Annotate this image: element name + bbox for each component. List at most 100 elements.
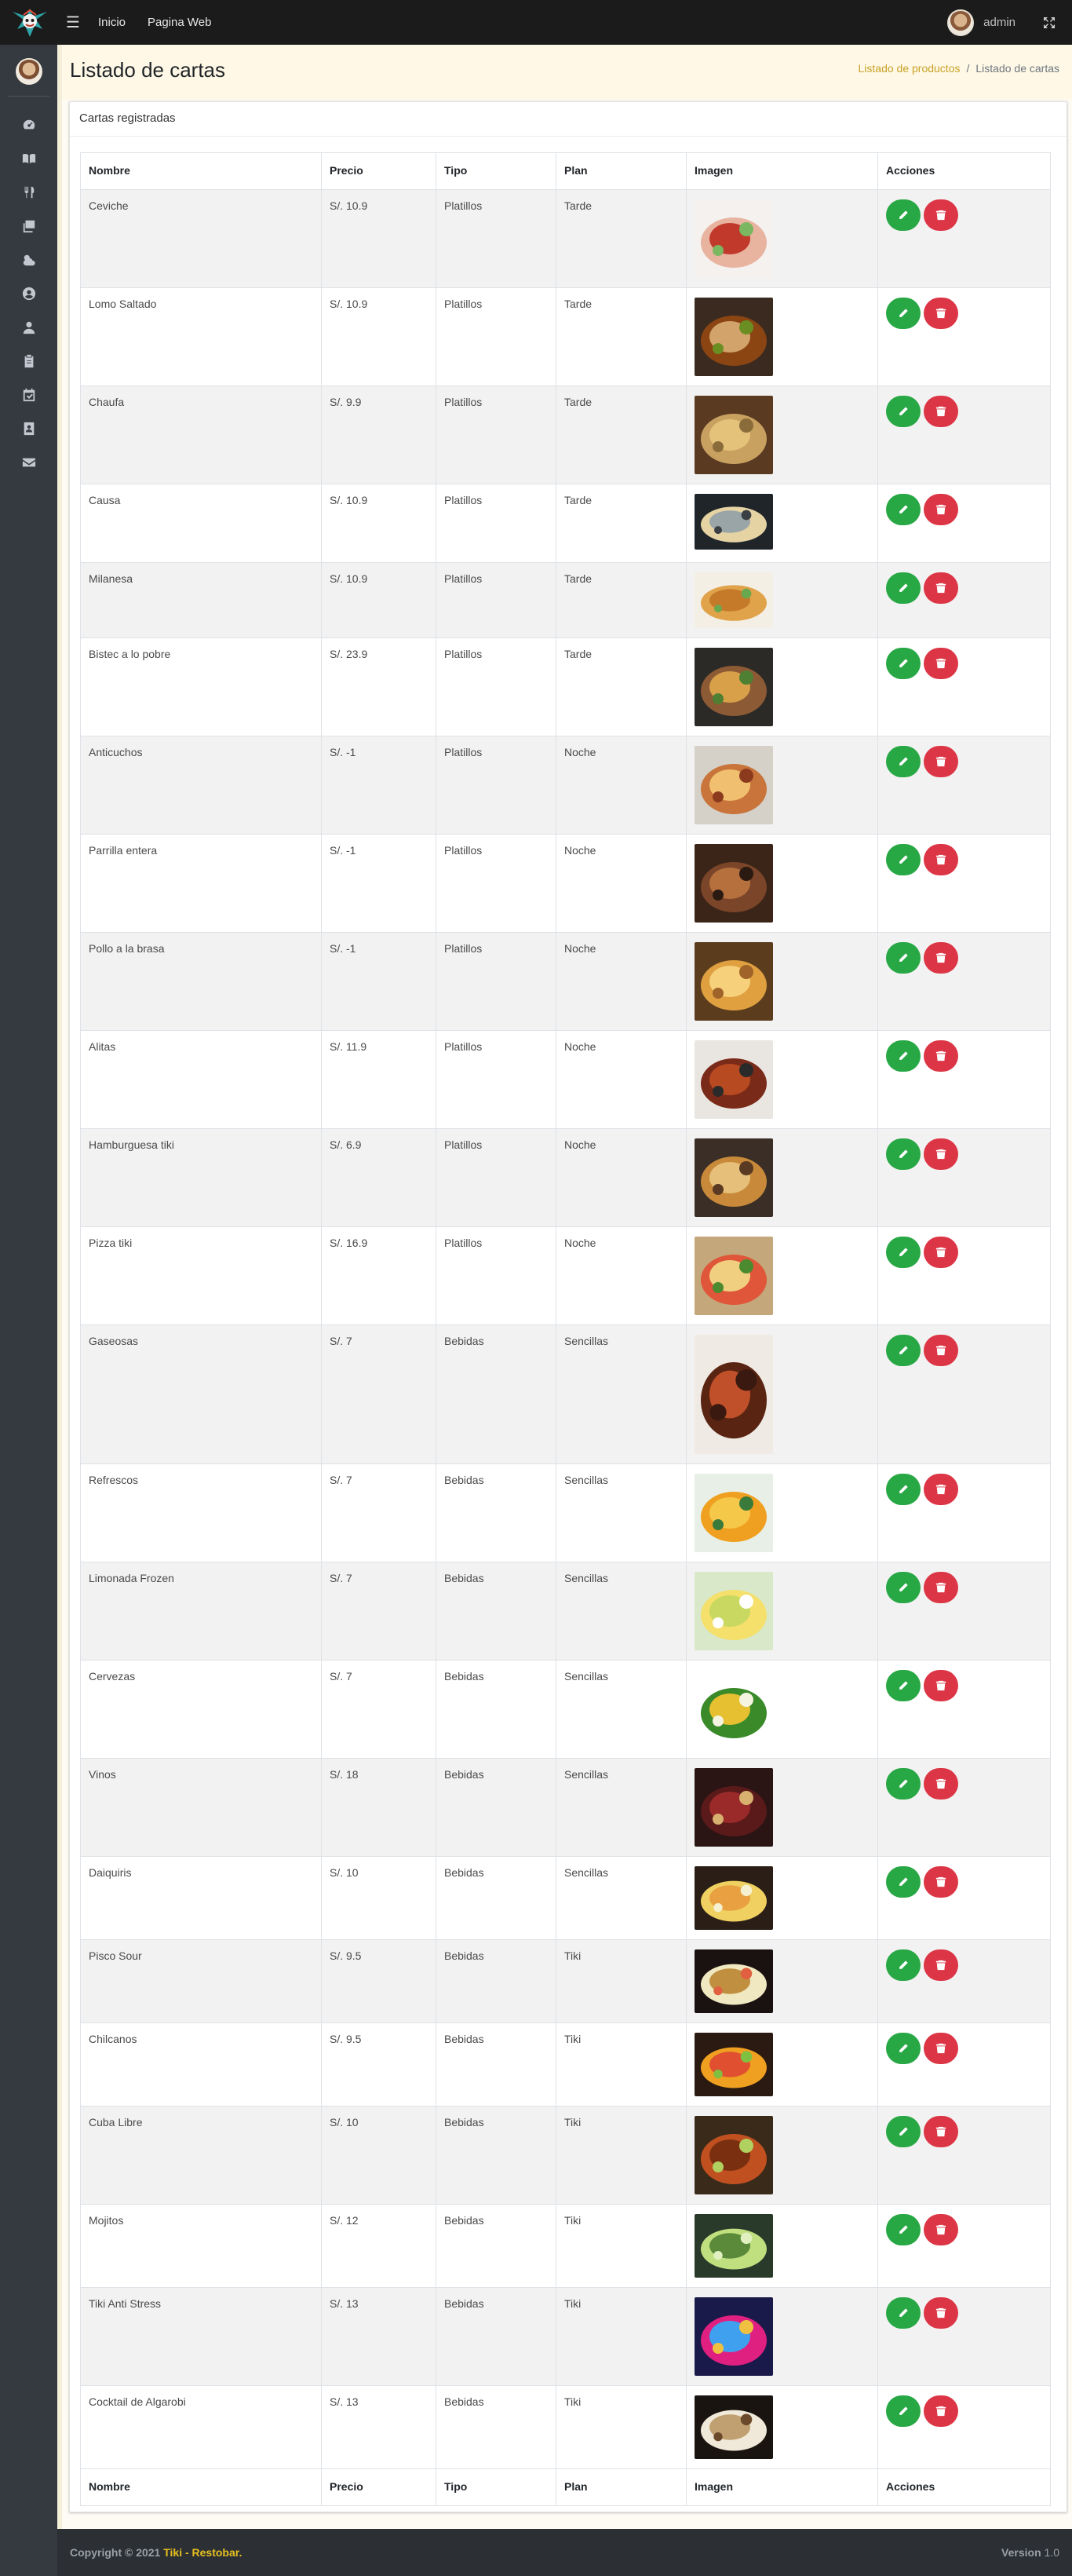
delete-button[interactable]	[924, 1768, 958, 1800]
sidebar-item-usuarios[interactable]	[0, 310, 57, 344]
sidebar-item-reservas[interactable]	[0, 378, 57, 411]
cell-imagen	[686, 1660, 878, 1759]
delete-button[interactable]	[924, 494, 958, 525]
clipboard-icon	[24, 354, 33, 367]
edit-button[interactable]	[886, 199, 921, 231]
product-image	[695, 2395, 773, 2459]
breadcrumb-link-productos[interactable]: Listado de productos	[859, 62, 961, 75]
edit-button[interactable]	[886, 1474, 921, 1505]
edit-button[interactable]	[886, 746, 921, 777]
cell-nombre: Vinos	[80, 1758, 322, 1857]
edit-button[interactable]	[886, 942, 921, 974]
sidebar-item-productos[interactable]	[0, 209, 57, 243]
edit-button[interactable]	[886, 1866, 921, 1898]
column-header-tipo[interactable]: Tipo	[436, 152, 556, 190]
delete-button[interactable]	[924, 844, 958, 875]
column-footer-imagen: Imagen	[686, 2468, 878, 2506]
delete-button[interactable]	[924, 572, 958, 604]
delete-button[interactable]	[924, 2214, 958, 2245]
pencil-icon	[898, 583, 909, 594]
cell-plan: Sencillas	[556, 1463, 687, 1562]
sidebar-item-clima[interactable]	[0, 243, 57, 276]
delete-button[interactable]	[924, 1474, 958, 1505]
cell-imagen	[686, 638, 878, 736]
sidebar-item-perfil[interactable]	[0, 276, 57, 310]
delete-button[interactable]	[924, 199, 958, 231]
sidebar-item-platos[interactable]	[0, 175, 57, 209]
column-header-imagen[interactable]: Imagen	[686, 152, 878, 190]
cell-acciones	[877, 638, 1051, 736]
edit-button[interactable]	[886, 1040, 921, 1072]
delete-button[interactable]	[924, 2116, 958, 2147]
delete-button[interactable]	[924, 1335, 958, 1366]
pencil-icon	[898, 1960, 909, 1971]
delete-button[interactable]	[924, 1138, 958, 1170]
delete-button[interactable]	[924, 1237, 958, 1268]
delete-button[interactable]	[924, 2395, 958, 2427]
cell-nombre: Chaufa	[80, 385, 322, 484]
brand-logo[interactable]	[0, 0, 59, 45]
product-image	[695, 1237, 773, 1315]
delete-button[interactable]	[924, 1949, 958, 1981]
trash-icon	[935, 658, 946, 669]
breadcrumb-current: Listado de cartas	[975, 62, 1059, 75]
edit-button[interactable]	[886, 2214, 921, 2245]
fullscreen-button[interactable]	[1037, 0, 1061, 45]
sidebar-item-cartas[interactable]	[0, 141, 57, 175]
cell-precio: S/. -1	[321, 834, 436, 933]
sidebar-item-dashboard[interactable]	[0, 108, 57, 141]
edit-button[interactable]	[886, 2395, 921, 2427]
edit-button[interactable]	[886, 1572, 921, 1603]
delete-button[interactable]	[924, 2297, 958, 2329]
edit-button[interactable]	[886, 1949, 921, 1981]
nav-link-inicio[interactable]: Inicio	[87, 0, 137, 45]
cell-imagen	[686, 2106, 878, 2205]
delete-button[interactable]	[924, 1040, 958, 1072]
delete-button[interactable]	[924, 1572, 958, 1603]
delete-button[interactable]	[924, 746, 958, 777]
column-header-acciones[interactable]: Acciones	[877, 152, 1051, 190]
delete-button[interactable]	[924, 942, 958, 974]
edit-button[interactable]	[886, 396, 921, 427]
edit-button[interactable]	[886, 844, 921, 875]
column-header-nombre[interactable]: Nombre	[80, 152, 322, 190]
cell-acciones	[877, 1128, 1051, 1227]
sidebar-item-pedidos[interactable]	[0, 344, 57, 378]
menu-book-icon	[22, 153, 35, 163]
user-menu[interactable]: admin	[947, 9, 1015, 36]
edit-button[interactable]	[886, 1768, 921, 1800]
delete-button[interactable]	[924, 1670, 958, 1701]
edit-button[interactable]	[886, 298, 921, 329]
edit-button[interactable]	[886, 572, 921, 604]
edit-button[interactable]	[886, 2297, 921, 2329]
footer-brand-link[interactable]: Tiki - Restobar.	[163, 2546, 242, 2559]
delete-button[interactable]	[924, 1866, 958, 1898]
edit-button[interactable]	[886, 1670, 921, 1701]
edit-button[interactable]	[886, 2116, 921, 2147]
nav-link-pagina-web[interactable]: Pagina Web	[137, 0, 222, 45]
edit-button[interactable]	[886, 1335, 921, 1366]
sidebar-item-mensajes[interactable]	[0, 445, 57, 479]
edit-button[interactable]	[886, 494, 921, 525]
menu-toggle-button[interactable]: ☰	[59, 0, 87, 45]
cell-imagen	[686, 484, 878, 563]
cell-imagen	[686, 1325, 878, 1464]
cell-tipo: Platillos	[436, 1030, 556, 1129]
edit-button[interactable]	[886, 648, 921, 679]
trash-icon	[935, 2043, 946, 2054]
cell-imagen	[686, 562, 878, 638]
delete-button[interactable]	[924, 298, 958, 329]
cell-tipo: Platillos	[436, 834, 556, 933]
sidebar-item-contactos[interactable]	[0, 411, 57, 445]
delete-button[interactable]	[924, 2033, 958, 2064]
delete-button[interactable]	[924, 396, 958, 427]
delete-button[interactable]	[924, 648, 958, 679]
sidebar-avatar[interactable]	[15, 58, 42, 85]
edit-button[interactable]	[886, 2033, 921, 2064]
cell-tipo: Platillos	[436, 287, 556, 386]
cell-plan: Tarde	[556, 562, 687, 638]
column-header-precio[interactable]: Precio	[321, 152, 436, 190]
edit-button[interactable]	[886, 1138, 921, 1170]
edit-button[interactable]	[886, 1237, 921, 1268]
column-header-plan[interactable]: Plan	[556, 152, 687, 190]
